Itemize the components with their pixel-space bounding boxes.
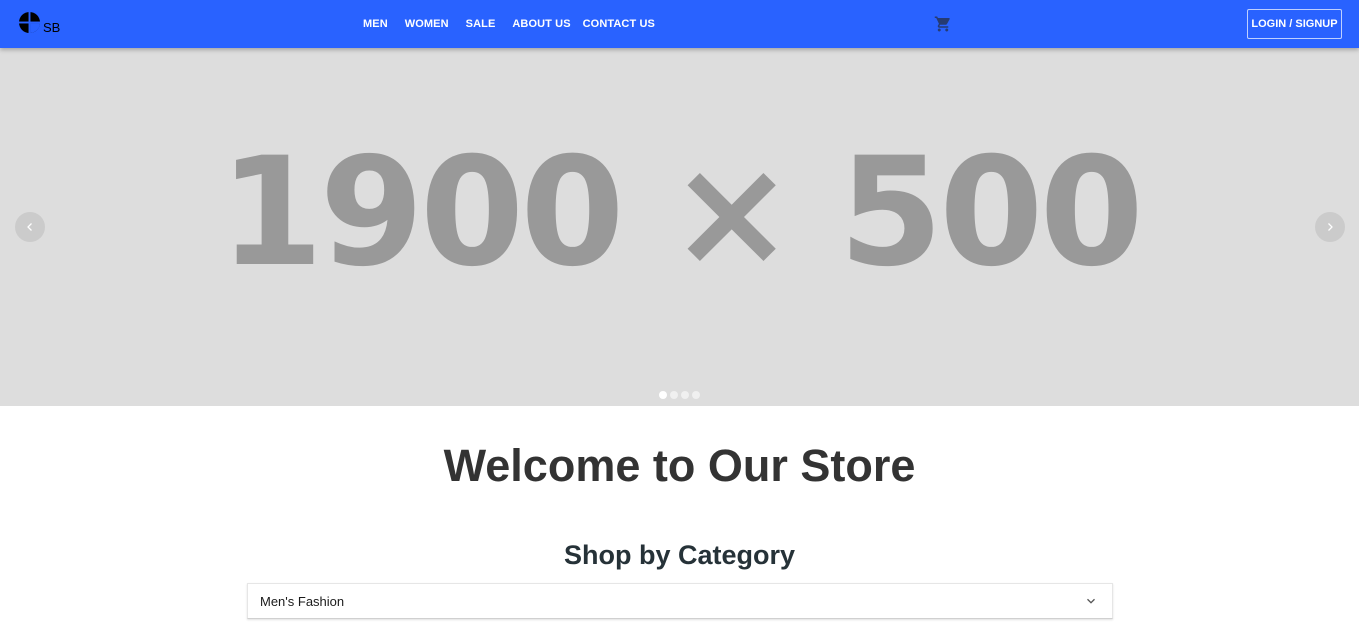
top-navbar: SB MEN WOMEN SALE ABOUT US CONTACT US LO… [0,0,1359,48]
chevron-down-icon [1087,598,1095,604]
login-signup-button[interactable]: LOGIN / SIGNUP [1247,9,1342,39]
carousel-dot-3[interactable] [681,391,689,399]
carousel-indicators [659,391,700,399]
logo-text: SB [43,20,61,35]
chevron-right-icon [1328,223,1333,231]
nav-link-women[interactable]: WOMEN [399,18,455,30]
main-nav: MEN WOMEN SALE ABOUT US CONTACT US [357,0,661,48]
nav-link-contact-us[interactable]: CONTACT US [577,18,661,30]
category-accordion-mens-fashion[interactable]: Men's Fashion [247,583,1113,619]
welcome-title: Welcome to Our Store [443,440,916,491]
category-heading: Shop by Category [563,540,796,570]
shopping-cart-icon[interactable] [934,15,952,33]
chevron-left-icon [27,223,32,231]
carousel-prev-button[interactable] [15,212,45,242]
accordion-label: Men's Fashion [260,594,345,609]
nav-link-men[interactable]: MEN [357,18,394,30]
logo-mark-icon [18,11,41,34]
store-logo[interactable]: SB [18,11,62,35]
carousel-dot-4[interactable] [692,391,700,399]
nav-link-about-us[interactable]: ABOUT US [506,18,576,30]
carousel-dot-2[interactable] [670,391,678,399]
hero-carousel: 1900 × 500 [0,48,1359,406]
carousel-dot-1[interactable] [659,391,667,399]
nav-link-sale[interactable]: SALE [460,18,502,30]
carousel-next-button[interactable] [1315,212,1345,242]
carousel-slide-placeholder: 1900 × 500 [219,126,1144,300]
